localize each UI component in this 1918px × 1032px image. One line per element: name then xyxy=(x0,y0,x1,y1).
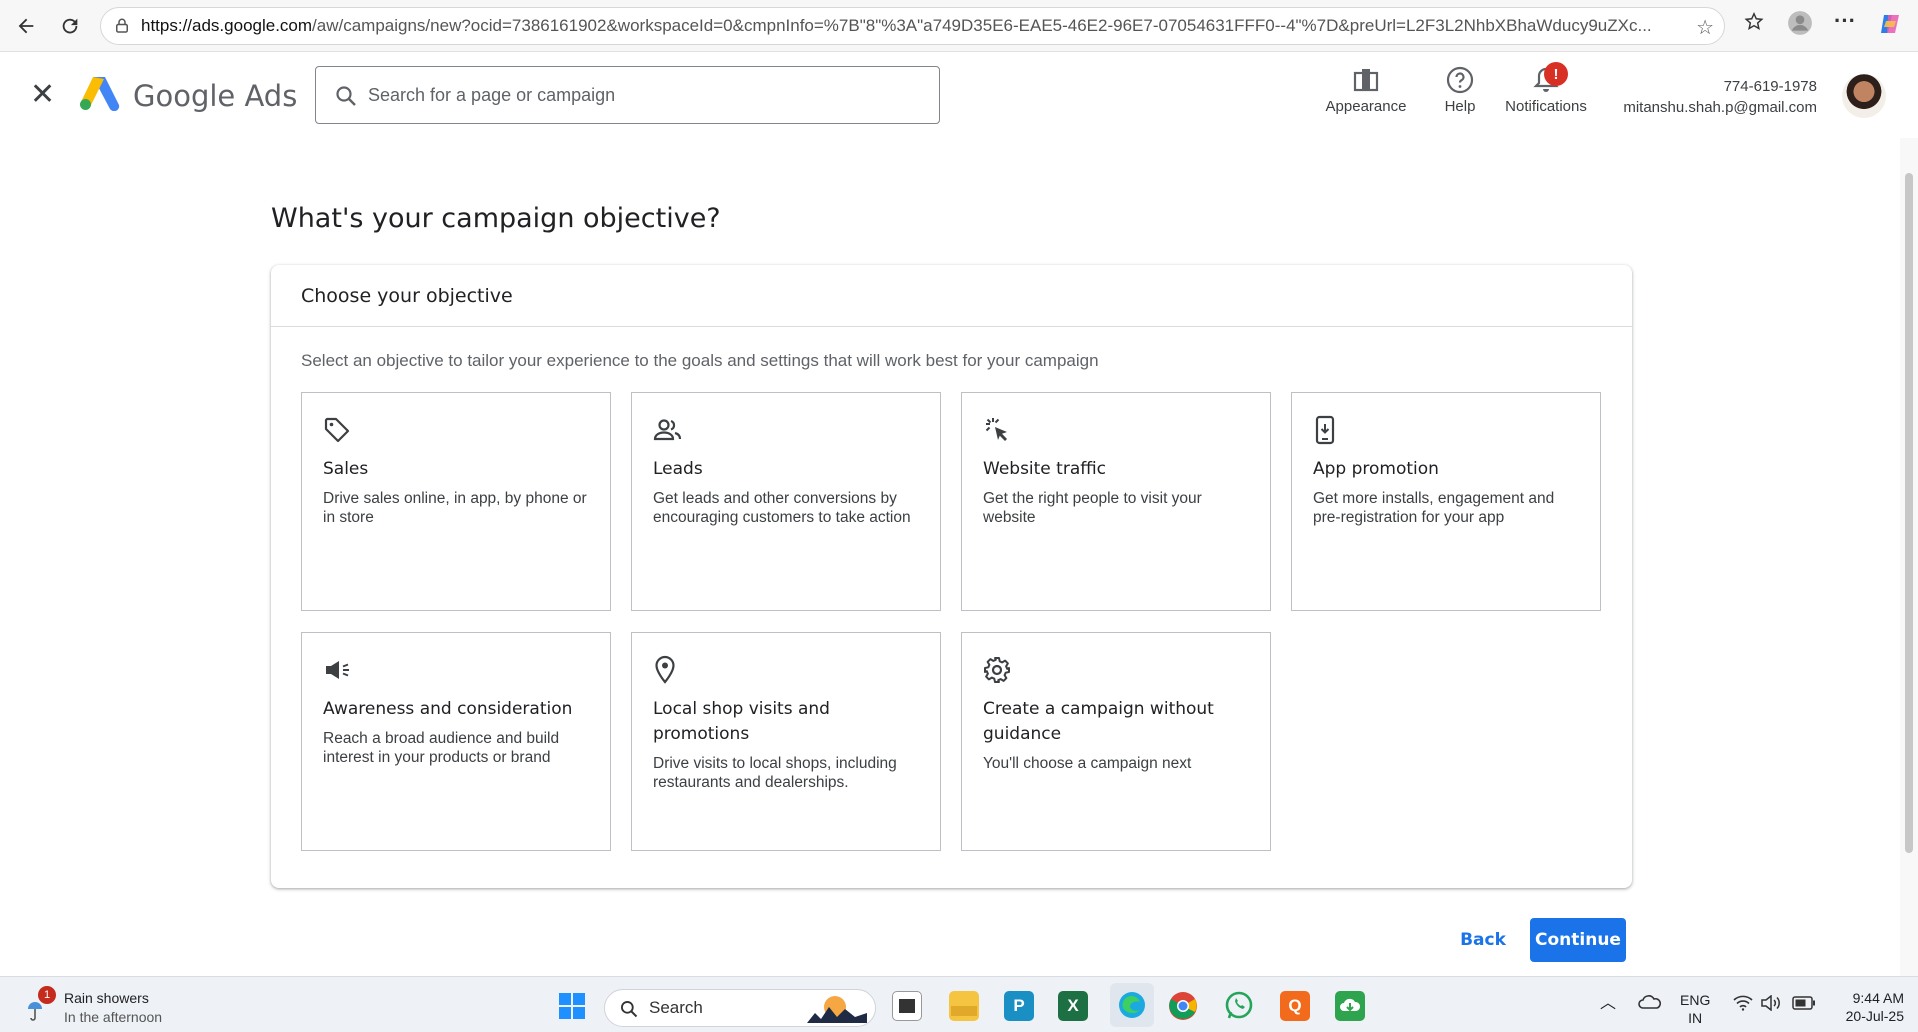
account-phone: 774-619-1978 xyxy=(1723,78,1817,95)
clock-date: 20-Jul-25 xyxy=(1845,1008,1904,1024)
megaphone-icon xyxy=(323,655,353,685)
search-highlight-image xyxy=(807,996,867,1023)
objective-title: Awareness and consideration xyxy=(323,699,573,719)
objective-title: Leads xyxy=(653,459,703,479)
clock[interactable]: 9:44 AM 20-Jul-25 xyxy=(1834,989,1904,1025)
lock-icon[interactable] xyxy=(113,17,131,35)
objective-card: Choose your objective Select an objectiv… xyxy=(271,265,1632,888)
phone-download-icon xyxy=(1313,415,1343,445)
objective-sales[interactable]: Sales Drive sales online, in app, by pho… xyxy=(301,392,611,611)
gear-icon xyxy=(983,655,1013,685)
objective-no-guidance[interactable]: Create a campaign without guidance You'l… xyxy=(961,632,1271,851)
scroll-thumb[interactable] xyxy=(1905,173,1913,853)
taskbar-search-label: Search xyxy=(649,998,703,1017)
notifications-button[interactable]: ! Notifications xyxy=(1498,62,1594,115)
tray-expand-icon[interactable]: ︿ xyxy=(1600,995,1616,1013)
help-icon xyxy=(1436,62,1484,98)
language-top: ENG xyxy=(1680,992,1711,1008)
url-host: https://ads.google.com xyxy=(141,16,313,35)
task-view-icon[interactable] xyxy=(892,991,922,1021)
star-icon[interactable]: ☆ xyxy=(1696,15,1714,40)
google-ads-logo xyxy=(80,77,120,111)
back-arrow-icon[interactable] xyxy=(12,12,40,40)
notifications-badge: ! xyxy=(1544,62,1568,86)
people-icon xyxy=(653,415,683,445)
objective-title: Create a campaign without guidance xyxy=(983,699,1214,744)
objective-description: You'll choose a campaign next xyxy=(983,755,1192,772)
continue-button[interactable]: Continue xyxy=(1530,918,1626,962)
taskbar: 1 Rain showers In the afternoon Search P… xyxy=(0,976,1918,1032)
notifications-label: Notifications xyxy=(1505,98,1587,115)
objective-description: Get leads and other conversions by encou… xyxy=(653,490,911,526)
favorites-icon[interactable] xyxy=(1743,11,1765,39)
whatsapp-icon[interactable] xyxy=(1224,991,1254,1021)
objective-title: Website traffic xyxy=(983,459,1107,479)
publisher-icon[interactable]: P xyxy=(1004,991,1034,1021)
wifi-icon[interactable] xyxy=(1733,995,1753,1015)
help-label: Help xyxy=(1444,98,1476,115)
account-info[interactable]: 774-619-1978 mitanshu.shah.p@gmail.com xyxy=(1623,76,1817,118)
file-explorer-icon[interactable] xyxy=(949,991,979,1021)
appearance-icon xyxy=(1322,62,1410,98)
weather-widget[interactable]: 1 Rain showers In the afternoon xyxy=(24,986,162,1027)
rain-icon xyxy=(28,1002,42,1021)
onedrive-icon[interactable] xyxy=(1638,993,1662,1015)
url-path: /aw/campaigns/new?ocid=7386161902&worksp… xyxy=(312,16,1652,35)
profile-icon[interactable] xyxy=(1787,10,1813,42)
objective-title: App promotion xyxy=(1313,459,1439,479)
objective-website-traffic[interactable]: Website traffic Get the right people to … xyxy=(961,392,1271,611)
objective-leads[interactable]: Leads Get leads and other conversions by… xyxy=(631,392,941,611)
appearance-label: Appearance xyxy=(1325,98,1407,115)
volume-icon[interactable] xyxy=(1760,994,1782,1015)
search-icon xyxy=(336,86,356,106)
search-placeholder: Search for a page or campaign xyxy=(368,84,616,105)
account-email: mitanshu.shah.p@gmail.com xyxy=(1623,99,1817,116)
back-button[interactable]: Back xyxy=(1447,918,1519,962)
language-indicator[interactable]: ENG IN xyxy=(1680,991,1710,1027)
more-icon[interactable]: ··· xyxy=(1834,8,1856,34)
click-icon xyxy=(983,415,1013,445)
help-button[interactable]: Help xyxy=(1436,62,1484,115)
appearance-button[interactable]: Appearance xyxy=(1322,62,1410,115)
edge-icon[interactable] xyxy=(1110,983,1154,1027)
battery-icon[interactable] xyxy=(1792,996,1816,1014)
brand-name: Google Ads xyxy=(133,79,298,113)
language-bottom: IN xyxy=(1688,1010,1703,1026)
windows-start-icon[interactable] xyxy=(557,991,587,1021)
browser-toolbar: https://ads.google.com/aw/campaigns/new?… xyxy=(0,0,1918,52)
quick-heal-icon[interactable]: Q xyxy=(1280,991,1310,1021)
objective-description: Drive sales online, in app, by phone or … xyxy=(323,490,587,526)
tag-icon xyxy=(323,415,353,445)
objective-description: Get more installs, engagement and pre-re… xyxy=(1313,490,1555,526)
taskbar-search[interactable]: Search xyxy=(604,989,876,1027)
objective-title: Local shop visits and promotions xyxy=(653,699,830,744)
objective-local-shop-visits[interactable]: Local shop visits and promotions Drive v… xyxy=(631,632,941,851)
objective-description: Reach a broad audience and build interes… xyxy=(323,730,560,766)
avatar[interactable] xyxy=(1842,74,1886,118)
search-icon xyxy=(621,1001,638,1018)
objective-description: Drive visits to local shops, including r… xyxy=(653,755,897,791)
page-scrollbar[interactable] xyxy=(1900,138,1918,976)
objective-description: Get the right people to visit your websi… xyxy=(983,490,1202,526)
chrome-icon[interactable] xyxy=(1168,991,1198,1021)
close-icon[interactable]: ✕ xyxy=(30,80,55,110)
cloud-download-icon[interactable] xyxy=(1335,991,1365,1021)
excel-icon[interactable]: X xyxy=(1058,991,1088,1021)
page-title: What's your campaign objective? xyxy=(271,203,721,234)
card-description: Select an objective to tailor your exper… xyxy=(301,351,1099,370)
reload-icon[interactable] xyxy=(56,12,84,40)
card-title: Choose your objective xyxy=(271,265,1632,327)
copilot-icon[interactable] xyxy=(1878,12,1902,42)
clock-time: 9:44 AM xyxy=(1852,990,1904,1006)
objective-title: Sales xyxy=(323,459,369,479)
location-pin-icon xyxy=(653,655,683,685)
objective-app-promotion[interactable]: App promotion Get more installs, engagem… xyxy=(1291,392,1601,611)
app-header: ✕ Google Ads Search for a page or campai… xyxy=(0,52,1900,138)
address-bar[interactable]: https://ads.google.com/aw/campaigns/new?… xyxy=(100,7,1725,45)
objective-awareness[interactable]: Awareness and consideration Reach a broa… xyxy=(301,632,611,851)
search-input[interactable]: Search for a page or campaign xyxy=(315,66,940,124)
